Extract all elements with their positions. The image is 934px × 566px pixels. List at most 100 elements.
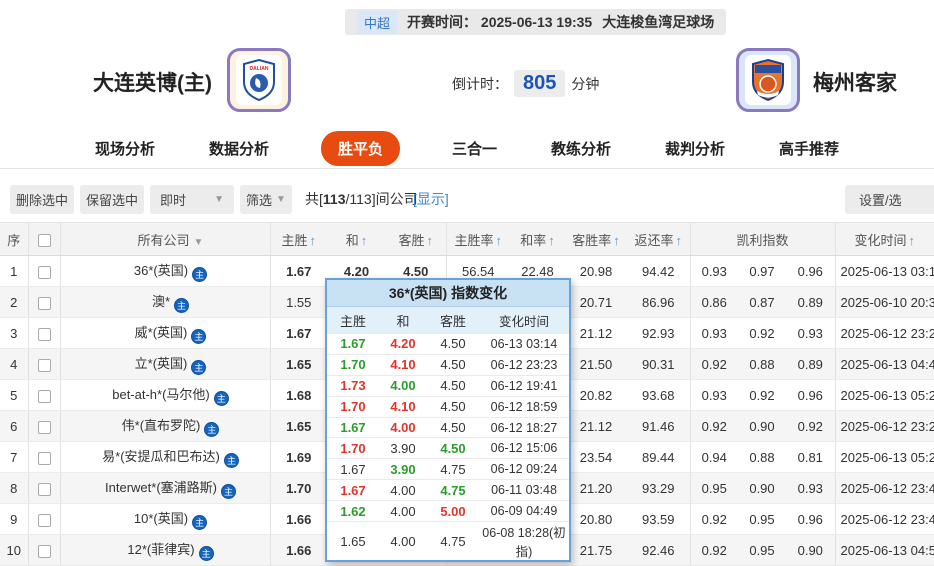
tab-三合一[interactable]: 三合一 <box>450 131 499 166</box>
header-kelly: 凯利指数 <box>690 222 836 256</box>
change-time: 2025-06-13 03:15 <box>835 255 934 287</box>
tab-数据分析[interactable]: 数据分析 <box>207 131 271 166</box>
kelly-value: 0.93 <box>786 317 836 349</box>
popup-home-odds: 1.67 <box>340 482 366 498</box>
row-checkbox[interactable] <box>37 389 51 403</box>
live-odds-select[interactable]: 即时 ▼ <box>150 184 234 214</box>
header-home-odds[interactable]: 主胜 ↑ <box>270 222 327 256</box>
popup-history-row: 1.62 4.00 5.00 06-09 04:49 <box>327 500 569 521</box>
popup-home-odds: 1.73 <box>340 378 366 394</box>
company-name[interactable]: bet-at-h*(马尔他) <box>112 387 210 402</box>
sort-up-icon: ↑ <box>495 232 503 248</box>
row-checkbox[interactable] <box>37 451 51 465</box>
match-odds-page: 中超 开赛时间： 2025-06-13 19:35 大连梭鱼湾足球场 大连英博(… <box>0 0 934 566</box>
company-name[interactable]: 伟*(直布罗陀) <box>122 418 201 433</box>
company-name[interactable]: 36*(英国) <box>134 263 188 278</box>
show-link[interactable]: [显示] <box>413 189 449 209</box>
tab-教练分析[interactable]: 教练分析 <box>549 131 613 166</box>
away-team-logo <box>736 48 800 112</box>
change-time: 2025-06-12 23:23 <box>835 317 934 349</box>
row-checkbox[interactable] <box>37 327 51 341</box>
tab-裁判分析[interactable]: 裁判分析 <box>663 131 727 166</box>
home-odds: 1.70 <box>270 472 327 504</box>
header-company[interactable]: 所有公司 ▼ <box>60 222 271 256</box>
change-time: 2025-06-12 23:20 <box>835 410 934 442</box>
home-odds: 1.66 <box>270 503 327 535</box>
popup-change-time: 06-12 15:06 <box>490 441 558 456</box>
host-icon: 主 <box>213 391 229 406</box>
kelly-value: 0.92 <box>690 534 738 566</box>
row-checkbox[interactable] <box>37 358 51 372</box>
kelly-value: 0.90 <box>738 410 786 442</box>
row-checkbox[interactable] <box>37 265 51 279</box>
host-icon: 主 <box>191 360 207 375</box>
header-draw-rate[interactable]: 和率 ↑ <box>510 222 565 256</box>
home-team-name: 大连英博(主) <box>93 72 212 95</box>
sort-up-icon: ↑ <box>360 232 368 248</box>
row-checkbox[interactable] <box>37 482 51 496</box>
row-checkbox[interactable] <box>37 544 51 558</box>
home-odds: 1.69 <box>270 441 327 473</box>
countdown: 倒计时： 805 分钟 <box>452 70 599 97</box>
company-cell[interactable]: 威*(英国) 主 <box>60 317 271 349</box>
company-cell[interactable]: 36*(英国) 主 <box>60 255 271 287</box>
kelly-value: 0.88 <box>738 348 786 380</box>
keep-selected-button[interactable]: 保留选中 <box>80 184 144 214</box>
kelly-value: 0.92 <box>690 410 738 442</box>
away-rate: 20.98 <box>565 255 627 287</box>
popup-away-odds: 4.75 <box>440 482 466 498</box>
home-team-logo: DALIAN <box>227 48 291 112</box>
company-name[interactable]: 威*(英国) <box>135 325 188 340</box>
popup-history-row: 1.70 3.90 4.50 06-12 15:06 <box>327 437 569 458</box>
away-rate: 21.12 <box>565 410 627 442</box>
row-seq: 6 <box>0 410 29 442</box>
away-rate: 23.54 <box>565 441 627 473</box>
settings-button[interactable]: 设置/选 <box>845 184 934 214</box>
select-all-checkbox[interactable] <box>37 233 51 247</box>
league-badge[interactable]: 中超 <box>357 10 398 34</box>
change-time: 2025-06-13 05:20 <box>835 379 934 411</box>
tab-高手推荐[interactable]: 高手推荐 <box>777 131 841 166</box>
company-cell[interactable]: 立*(英国) 主 <box>60 348 271 380</box>
popup-draw-odds: 4.20 <box>390 336 416 352</box>
row-seq: 5 <box>0 379 29 411</box>
company-name[interactable]: 易*(安提瓜和巴布达) <box>102 449 220 464</box>
company-name[interactable]: Interwet*(塞浦路斯) <box>105 480 217 495</box>
company-name[interactable]: 10*(英国) <box>134 511 188 526</box>
company-cell[interactable]: 易*(安提瓜和巴布达) 主 <box>60 441 271 473</box>
company-name[interactable]: 立*(英国) <box>135 356 188 371</box>
company-name[interactable]: 澳* <box>152 294 170 309</box>
header-return-rate[interactable]: 返还率 ↑ <box>627 222 691 256</box>
company-cell[interactable]: Interwet*(塞浦路斯) 主 <box>60 472 271 504</box>
header-draw-odds[interactable]: 和 ↑ <box>327 222 386 256</box>
change-time: 2025-06-13 04:52 <box>835 534 934 566</box>
popup-draw-odds: 4.10 <box>390 399 416 415</box>
row-seq: 3 <box>0 317 29 349</box>
filter-select[interactable]: 筛选 ▼ <box>240 184 292 214</box>
row-checkbox-cell <box>28 534 61 566</box>
row-checkbox[interactable] <box>37 296 51 310</box>
company-cell[interactable]: 伟*(直布罗陀) 主 <box>60 410 271 442</box>
company-name[interactable]: 12*(菲律宾) <box>127 542 194 557</box>
header-change-time[interactable]: 变化时间 ↑ <box>835 222 934 256</box>
row-checkbox[interactable] <box>37 420 51 434</box>
popup-home-odds: 1.70 <box>340 440 366 456</box>
row-checkbox[interactable] <box>37 513 51 527</box>
company-cell[interactable]: 12*(菲律宾) 主 <box>60 534 271 566</box>
delete-selected-button[interactable]: 删除选中 <box>10 184 74 214</box>
company-cell[interactable]: 10*(英国) 主 <box>60 503 271 535</box>
header-away-odds[interactable]: 客胜 ↑ <box>386 222 447 256</box>
company-cell[interactable]: bet-at-h*(马尔他) 主 <box>60 379 271 411</box>
header-home-rate[interactable]: 主胜率 ↑ <box>446 222 510 256</box>
header-away-rate[interactable]: 客胜率 ↑ <box>565 222 627 256</box>
tab-胜平负[interactable]: 胜平负 <box>320 130 400 166</box>
away-rate: 20.80 <box>565 503 627 535</box>
tab-现场分析[interactable]: 现场分析 <box>93 131 157 166</box>
popup-home-odds: 1.67 <box>340 336 366 352</box>
company-cell[interactable]: 澳* 主 <box>60 286 271 318</box>
host-icon: 主 <box>204 422 220 437</box>
popup-change-time: 06-12 09:24 <box>490 462 558 477</box>
kelly-value: 0.81 <box>786 441 836 473</box>
change-time: 2025-06-13 04:46 <box>835 348 934 380</box>
away-rate: 20.71 <box>565 286 627 318</box>
